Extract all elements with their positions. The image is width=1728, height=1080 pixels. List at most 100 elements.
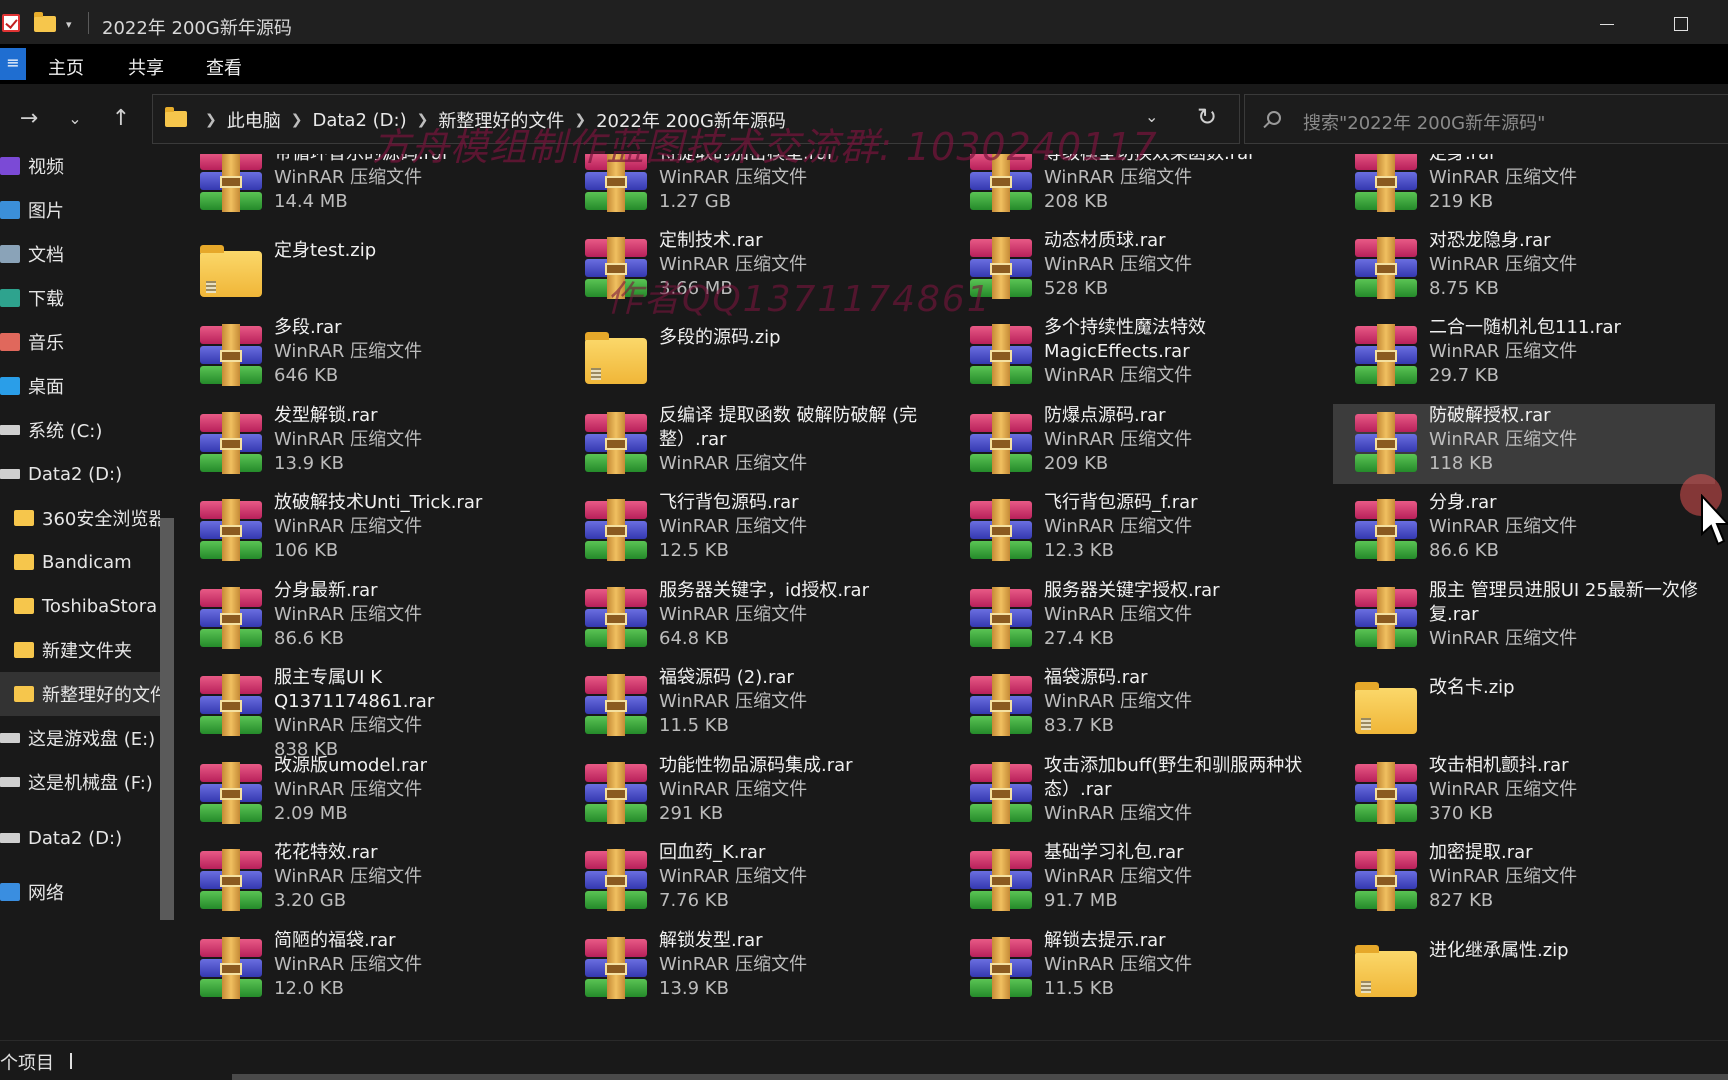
file-name: 二合一随机礼包111.rar	[1429, 317, 1621, 338]
file-item[interactable]: 简陋的福袋.rar WinRAR 压缩文件 12.0 KB	[178, 929, 560, 1009]
file-item[interactable]: 福袋源码.rar WinRAR 压缩文件 83.7 KB	[948, 666, 1330, 746]
file-type: WinRAR 压缩文件	[659, 779, 808, 800]
sidebar-item[interactable]: 360安全浏览器	[0, 496, 160, 540]
sidebar-item[interactable]: ToshibaStora	[0, 584, 160, 628]
sidebar-item[interactable]: 文档	[0, 232, 160, 276]
file-item[interactable]: 改名卡.zip	[1333, 666, 1715, 746]
file-item[interactable]: 防破解授权.rar WinRAR 压缩文件 118 KB	[1333, 404, 1715, 484]
file-item[interactable]: 功能性物品源码集成.rar WinRAR 压缩文件 291 KB	[563, 754, 945, 834]
file-name: 对恐龙隐身.rar	[1429, 230, 1551, 251]
file-size: 208 KB	[1044, 191, 1109, 212]
file-item[interactable]: 分身最新.rar WinRAR 压缩文件 86.6 KB	[178, 579, 560, 659]
recent-locations-chevron-icon[interactable]: ⌄	[60, 104, 90, 134]
status-separator	[70, 1053, 72, 1069]
file-item[interactable]: 改源版umodel.rar WinRAR 压缩文件 2.09 MB	[178, 754, 560, 834]
sidebar-item[interactable]: Data2 (D:)	[0, 816, 160, 860]
file-item[interactable]: 花花特效.rar WinRAR 压缩文件 3.20 GB	[178, 841, 560, 921]
file-item[interactable]: 解锁发型.rar WinRAR 压缩文件 13.9 KB	[563, 929, 945, 1009]
drive-icon	[0, 733, 20, 743]
minimize-button[interactable]	[1600, 24, 1614, 25]
drive-icon	[0, 833, 20, 843]
sidebar-item[interactable]: 这是机械盘 (F:)	[0, 760, 160, 804]
file-menu-button[interactable]: ≡	[0, 48, 26, 80]
file-type: WinRAR 压缩文件	[1044, 803, 1193, 824]
file-name: 多段的源码.zip	[659, 327, 781, 348]
file-item[interactable]: 多个持续性魔法特效 MagicEffects.rar WinRAR 压缩文件	[948, 316, 1330, 396]
sidebar-item[interactable]: 视频	[0, 144, 160, 188]
checkmark-icon[interactable]	[2, 14, 20, 32]
file-item[interactable]: 定身test.zip	[178, 229, 560, 309]
sidebar-item[interactable]: 这是游戏盘 (E:)	[0, 716, 160, 760]
file-name: 改名卡.zip	[1429, 677, 1515, 698]
file-item[interactable]: 服主 管理员进服UI 25最新一次修复.rar WinRAR 压缩文件	[1333, 579, 1715, 659]
file-type: WinRAR 压缩文件	[274, 715, 423, 736]
file-item[interactable]: 多段的源码.zip	[563, 316, 945, 396]
file-name: 飞行背包源码_f.rar	[1044, 492, 1198, 513]
file-name: 福袋源码.rar	[1044, 667, 1148, 688]
forward-arrow-icon[interactable]: →	[14, 104, 44, 134]
folder-icon	[165, 107, 187, 127]
search-input[interactable]: 搜索"2022年 200G新年源码"	[1244, 94, 1728, 144]
file-item[interactable]: 飞行背包源码_f.rar WinRAR 压缩文件 12.3 KB	[948, 491, 1330, 571]
file-item[interactable]: 放破解技术Unti_Trick.rar WinRAR 压缩文件 106 KB	[178, 491, 560, 571]
winrar-archive-icon	[196, 674, 266, 736]
sidebar-item-label: 这是机械盘 (F:)	[28, 773, 153, 794]
file-item[interactable]: 服务器关键字，id授权.rar WinRAR 压缩文件 64.8 KB	[563, 579, 945, 659]
file-type: WinRAR 压缩文件	[1044, 365, 1193, 386]
file-name: 攻击相机颤抖.rar	[1429, 755, 1569, 776]
sidebar-scrollbar[interactable]	[160, 518, 174, 920]
file-item[interactable]: 进化继承属性.zip	[1333, 929, 1715, 1009]
sidebar-item[interactable]: 桌面	[0, 364, 160, 408]
file-item[interactable]: 防爆点源码.rar WinRAR 压缩文件 209 KB	[948, 404, 1330, 484]
tab-view[interactable]: 查看	[206, 54, 242, 80]
maximize-button[interactable]	[1674, 17, 1688, 31]
breadcrumb-this-pc[interactable]: 此电脑	[227, 107, 281, 133]
file-item[interactable]: 回血药_K.rar WinRAR 压缩文件 7.76 KB	[563, 841, 945, 921]
sidebar-item[interactable]: 音乐	[0, 320, 160, 364]
file-item[interactable]: 对恐龙隐身.rar WinRAR 压缩文件 8.75 KB	[1333, 229, 1715, 309]
tab-share[interactable]: 共享	[128, 54, 164, 80]
file-item[interactable]: 分身.rar WinRAR 压缩文件 86.6 KB	[1333, 491, 1715, 571]
file-item[interactable]: 攻击添加buff(野生和驯服两种状态）.rar WinRAR 压缩文件	[948, 754, 1330, 834]
file-type: WinRAR 压缩文件	[659, 866, 808, 887]
file-item[interactable]: 基础学习礼包.rar WinRAR 压缩文件 91.7 MB	[948, 841, 1330, 921]
file-type: WinRAR 压缩文件	[1429, 429, 1578, 450]
sidebar-item[interactable]: 新建文件夹	[0, 628, 160, 672]
file-item[interactable]: 动态材质球.rar WinRAR 压缩文件 528 KB	[948, 229, 1330, 309]
file-item[interactable]: 定身.rarWinRAR 压缩文件 219 KB	[1333, 154, 1715, 222]
file-item[interactable]: 多段.rar WinRAR 压缩文件 646 KB	[178, 316, 560, 396]
sidebar-item[interactable]: 系统 (C:)	[0, 408, 160, 452]
file-item[interactable]: 解锁去提示.rar WinRAR 压缩文件 11.5 KB	[948, 929, 1330, 1009]
file-item[interactable]: 飞行背包源码.rar WinRAR 压缩文件 12.5 KB	[563, 491, 945, 571]
up-arrow-icon[interactable]: ↑	[106, 104, 136, 134]
chevron-right-icon[interactable]: ❯	[291, 112, 303, 128]
file-item[interactable]: 二合一随机礼包111.rar WinRAR 压缩文件 29.7 KB	[1333, 316, 1715, 396]
sidebar-item[interactable]: Bandicam	[0, 540, 160, 584]
sidebar-item[interactable]: Data2 (D:)	[0, 452, 160, 496]
winrar-archive-icon	[1351, 587, 1421, 649]
file-item[interactable]: 攻击相机颤抖.rar WinRAR 压缩文件 370 KB	[1333, 754, 1715, 834]
sidebar-item[interactable]: 下载	[0, 276, 160, 320]
file-item[interactable]: 发型解锁.rar WinRAR 压缩文件 13.9 KB	[178, 404, 560, 484]
file-item[interactable]: 福袋源码 (2).rar WinRAR 压缩文件 11.5 KB	[563, 666, 945, 746]
horizontal-scrollbar[interactable]	[232, 1074, 1728, 1080]
winrar-archive-icon	[966, 324, 1036, 386]
quick-access-dropdown[interactable]: ▾	[66, 18, 72, 31]
item-count: 个项目	[0, 1053, 54, 1074]
file-item[interactable]: 反编译 提取函数 破解防破解 (完整）.rar WinRAR 压缩文件	[563, 404, 945, 484]
chevron-right-icon[interactable]: ❯	[205, 112, 217, 128]
file-name: 防爆点源码.rar	[1044, 405, 1166, 426]
sidebar-item[interactable]: 新整理好的文件	[0, 672, 160, 716]
file-type: WinRAR 压缩文件	[274, 341, 423, 362]
sidebar-item[interactable]: 网络	[0, 870, 160, 914]
file-item[interactable]: 服务器关键字授权.rar WinRAR 压缩文件 27.4 KB	[948, 579, 1330, 659]
sidebar-item-label: Data2 (D:)	[28, 463, 123, 485]
title-separator	[88, 12, 89, 34]
file-item[interactable]: 服主专属UI K Q1371174861.rar WinRAR 压缩文件 838 K…	[178, 666, 560, 760]
tab-home[interactable]: 主页	[48, 54, 84, 80]
sidebar-item[interactable]: 图片	[0, 188, 160, 232]
file-size: 91.7 MB	[1044, 890, 1118, 911]
refresh-icon[interactable]: ↻	[1197, 103, 1217, 131]
file-size: 11.5 KB	[1044, 978, 1114, 999]
file-item[interactable]: 加密提取.rar WinRAR 压缩文件 827 KB	[1333, 841, 1715, 921]
